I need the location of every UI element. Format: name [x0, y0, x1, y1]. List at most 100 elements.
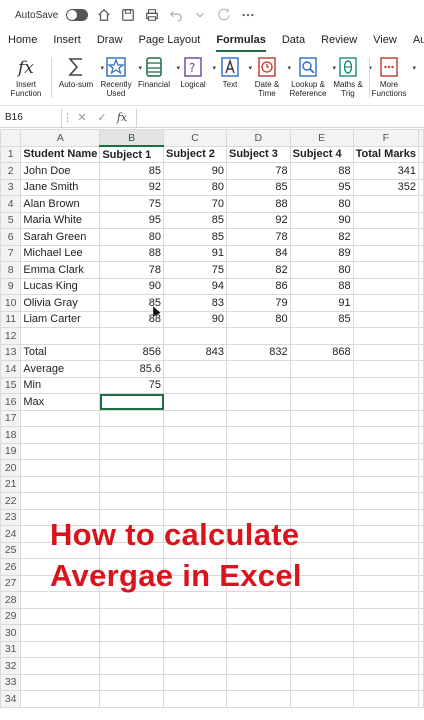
cell-e29[interactable] [289, 607, 354, 625]
row-header[interactable]: 20 [0, 459, 22, 477]
cell-d34[interactable] [225, 690, 291, 708]
cell-g2[interactable] [418, 162, 424, 180]
cell-c11[interactable]: 90 [163, 310, 227, 328]
cell-d6[interactable]: 78 [225, 228, 291, 246]
cell-b17[interactable] [99, 409, 164, 427]
column-header-b[interactable]: B [99, 129, 164, 147]
cell-c14[interactable] [163, 360, 227, 378]
cell-a18[interactable] [20, 426, 101, 444]
cell-f18[interactable] [352, 426, 420, 444]
cell-f5[interactable] [352, 211, 420, 229]
cell-b8[interactable]: 78 [99, 261, 164, 279]
cell-d20[interactable] [225, 459, 291, 477]
row-header[interactable]: 15 [0, 376, 22, 394]
cell-f2[interactable]: 341 [352, 162, 420, 180]
cell-f15[interactable] [352, 376, 420, 394]
cell-d8[interactable]: 82 [225, 261, 291, 279]
tab-view[interactable]: View [365, 30, 405, 50]
cell-g34[interactable] [418, 690, 424, 708]
cell-f3[interactable]: 352 [352, 178, 420, 196]
cell-d32[interactable] [225, 657, 291, 675]
row-header[interactable]: 5 [0, 211, 22, 229]
cell-g17[interactable] [418, 409, 424, 427]
cell-a12[interactable] [20, 327, 101, 345]
cell-g19[interactable] [418, 442, 424, 460]
cell-g13[interactable] [418, 343, 424, 361]
cell-e9[interactable]: 88 [289, 277, 354, 295]
cell-e7[interactable]: 89 [289, 244, 354, 262]
cell-f19[interactable] [352, 442, 420, 460]
cancel-icon[interactable]: ✕ [72, 111, 92, 124]
row-header[interactable]: 11 [0, 310, 22, 328]
text-button[interactable]: Text ▾ [216, 54, 252, 89]
fx-icon[interactable]: fx [112, 111, 132, 124]
cell-c5[interactable]: 85 [163, 211, 227, 229]
cell-e30[interactable] [289, 624, 354, 642]
cell-f25[interactable] [352, 541, 420, 559]
cell-b22[interactable] [99, 492, 164, 510]
tab-review[interactable]: Review [313, 30, 365, 50]
cell-d14[interactable] [225, 360, 291, 378]
cell-f7[interactable] [352, 244, 420, 262]
cell-f17[interactable] [352, 409, 420, 427]
cell-b15[interactable]: 75 [99, 376, 164, 394]
tab-insert[interactable]: Insert [45, 30, 89, 50]
cell-c17[interactable] [163, 409, 227, 427]
cell-g22[interactable] [418, 492, 424, 510]
cell-f14[interactable] [352, 360, 420, 378]
cell-a5[interactable]: Maria White [20, 211, 101, 229]
cell-d2[interactable]: 78 [225, 162, 291, 180]
cell-e32[interactable] [289, 657, 354, 675]
cell-a22[interactable] [20, 492, 101, 510]
cell-c15[interactable] [163, 376, 227, 394]
insert-function-button[interactable]: fx Insert Function [6, 54, 46, 98]
cell-g7[interactable] [418, 244, 424, 262]
row-header[interactable]: 30 [0, 624, 22, 642]
cell-a9[interactable]: Lucas King [20, 277, 101, 295]
row-header[interactable]: 31 [0, 640, 22, 658]
tab-page-layout[interactable]: Page Layout [131, 30, 209, 50]
cell-d16[interactable] [225, 393, 291, 411]
cell-b7[interactable]: 88 [99, 244, 164, 262]
cell-b18[interactable] [99, 426, 164, 444]
cell-g12[interactable] [418, 327, 424, 345]
cell-b4[interactable]: 75 [99, 195, 164, 213]
cell-a30[interactable] [20, 624, 101, 642]
cell-d33[interactable] [225, 673, 291, 691]
cell-f4[interactable] [352, 195, 420, 213]
cell-a29[interactable] [20, 607, 101, 625]
chevron-down-icon[interactable] [192, 7, 208, 23]
cell-e16[interactable] [289, 393, 354, 411]
cell-b2[interactable]: 85 [99, 162, 164, 180]
row-header[interactable]: 29 [0, 607, 22, 625]
column-header-f[interactable]: F [352, 129, 420, 147]
cell-d7[interactable]: 84 [225, 244, 291, 262]
cell-g10[interactable] [418, 294, 424, 312]
cell-c3[interactable]: 80 [163, 178, 227, 196]
cell-b19[interactable] [99, 442, 164, 460]
cell-f12[interactable] [352, 327, 420, 345]
row-header[interactable]: 6 [0, 228, 22, 246]
cell-a8[interactable]: Emma Clark [20, 261, 101, 279]
cell-a33[interactable] [20, 673, 101, 691]
row-header[interactable]: 34 [0, 690, 22, 708]
cell-g18[interactable] [418, 426, 424, 444]
cell-a31[interactable] [20, 640, 101, 658]
redo-icon[interactable] [216, 7, 232, 23]
cell-c4[interactable]: 70 [163, 195, 227, 213]
cell-a20[interactable] [20, 459, 101, 477]
logical-button[interactable]: ? Logical ▾ [178, 54, 216, 89]
cell-f16[interactable] [352, 393, 420, 411]
cell-b34[interactable] [99, 690, 164, 708]
cell-b3[interactable]: 92 [99, 178, 164, 196]
cell-g9[interactable] [418, 277, 424, 295]
cell-g32[interactable] [418, 657, 424, 675]
cell-b21[interactable] [99, 475, 164, 493]
tab-formulas[interactable]: Formulas [208, 30, 274, 52]
cell-a17[interactable] [20, 409, 101, 427]
cell-g27[interactable] [418, 574, 424, 592]
cell-e33[interactable] [289, 673, 354, 691]
cell-g5[interactable] [418, 211, 424, 229]
cell-c20[interactable] [163, 459, 227, 477]
autosave-toggle[interactable] [66, 9, 89, 21]
